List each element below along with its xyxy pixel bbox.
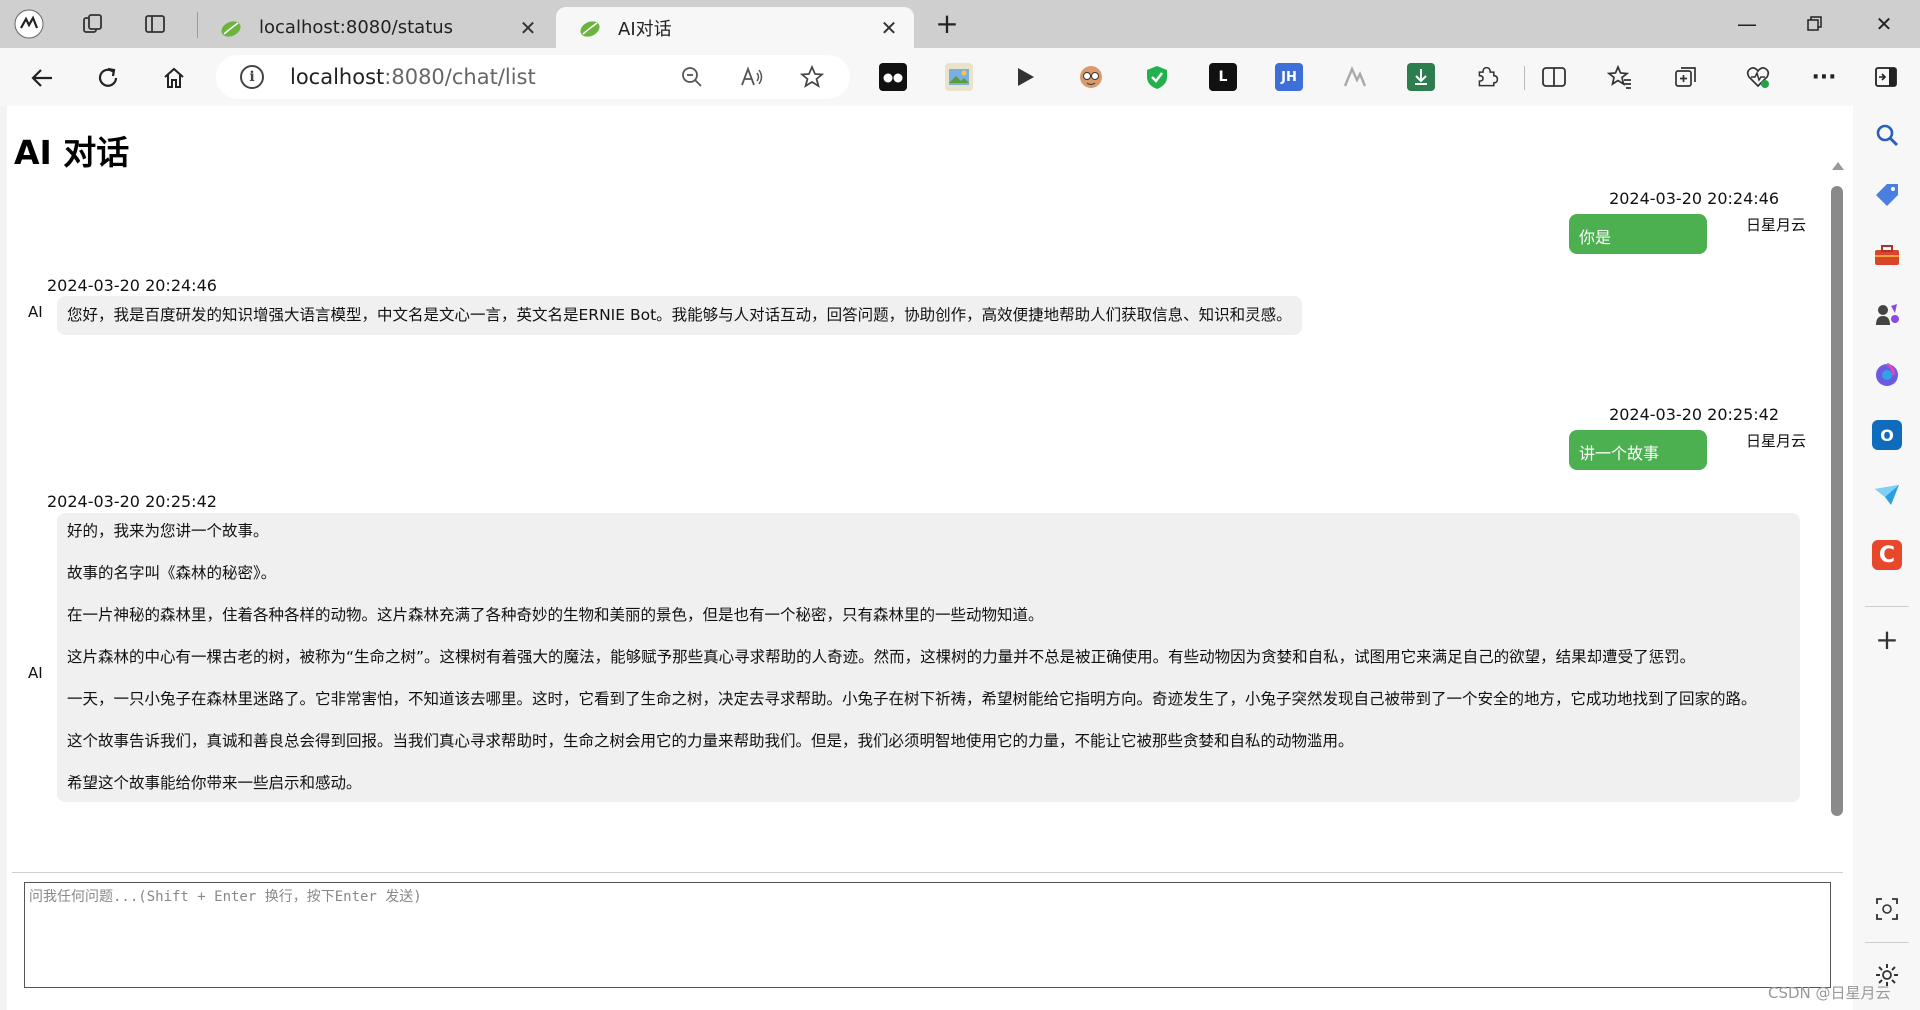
user-message-bubble: 讲一个故事 xyxy=(1569,430,1707,470)
site-info-icon[interactable]: i xyxy=(240,65,264,89)
ai-paragraph: 您好，我是百度研发的知识增强大语言模型，中文名是文心一言，英文名是ERNIE B… xyxy=(67,306,1292,324)
message-timestamp: 2024-03-20 20:25:42 xyxy=(47,492,217,511)
tab-title: localhost:8080/status xyxy=(259,17,454,38)
message-timestamp: 2024-03-20 20:24:46 xyxy=(47,276,217,295)
ai-paragraph: 一天，一只小兔子在森林里迷路了。它非常害怕，不知道该去哪里。这时，它看到了生命之… xyxy=(67,690,1757,708)
sidebar-shopping-icon[interactable] xyxy=(1872,180,1902,210)
sidebar-games-icon[interactable] xyxy=(1872,300,1902,330)
address-bar[interactable]: i localhost:8080/chat/list xyxy=(216,55,850,99)
ai-paragraph: 这片森林的中心有一棵古老的树，被称为“生命之树”。这棵树有着强大的魔法，能够赋予… xyxy=(67,648,1696,666)
message-timestamp: 2024-03-20 20:25:42 xyxy=(1609,405,1779,424)
new-tab-icon[interactable]: + xyxy=(932,9,962,39)
close-tab-icon[interactable]: ✕ xyxy=(878,16,900,40)
tab-ai-chat[interactable]: AI对话 ✕ xyxy=(556,7,914,48)
sidebar-send-icon[interactable] xyxy=(1872,480,1902,510)
user-name: 日星月云 xyxy=(1746,432,1807,450)
extension-shield-icon[interactable] xyxy=(1143,63,1171,91)
ai-message-bubble: 好的，我来为您讲一个故事。 故事的名字叫《森林的秘密》。 在一片神秘的森林里，住… xyxy=(57,513,1800,802)
close-tab-icon[interactable]: ✕ xyxy=(517,16,539,40)
sidebar-toggle-icon[interactable] xyxy=(1872,63,1900,91)
message-timestamp: 2024-03-20 20:24:46 xyxy=(1609,189,1779,208)
user-name: 日星月云 xyxy=(1746,216,1807,234)
sidebar-search-icon[interactable] xyxy=(1872,120,1902,150)
split-screen-icon[interactable] xyxy=(1540,63,1568,91)
ai-paragraph: 故事的名字叫《森林的秘密》。 xyxy=(67,564,277,582)
ai-name: AI xyxy=(28,303,43,321)
ai-paragraph: 这个故事告诉我们，真诚和善良总会得到回报。当我们真心寻求帮助时，生命之树会用它的… xyxy=(67,732,1354,750)
sidebar-csdn-icon[interactable]: C xyxy=(1872,540,1902,570)
restore-icon[interactable] xyxy=(1795,9,1835,39)
scrollbar-thumb[interactable] xyxy=(1831,186,1843,816)
back-icon[interactable] xyxy=(26,62,58,94)
refresh-icon[interactable] xyxy=(92,62,124,94)
ai-paragraph: 在一片神秘的森林里，住着各种各样的动物。这片森林充满了各种奇妙的生物和美丽的景色… xyxy=(67,606,1044,624)
browser-toolbar: i localhost:8080/chat/list L JH ··· xyxy=(0,48,1920,106)
more-options-icon[interactable]: ··· xyxy=(1810,63,1838,91)
web-page: AI 对话 2024-03-20 20:24:46 日星月云 你是 2024-0… xyxy=(7,106,1853,1010)
ai-paragraph: 希望这个故事能给你带来一些启示和感动。 xyxy=(67,774,362,792)
toolbar-divider xyxy=(1524,66,1525,90)
user-message-bubble: 你是 xyxy=(1569,214,1707,254)
workspaces-icon[interactable] xyxy=(78,9,108,39)
tab-title: AI对话 xyxy=(618,18,672,40)
ai-name: AI xyxy=(28,664,43,682)
sidebar-copilot-icon[interactable] xyxy=(1872,360,1902,390)
zoom-icon[interactable] xyxy=(678,63,706,91)
watermark: CSDN @日星月云 xyxy=(1768,984,1891,1002)
sidebar-separator xyxy=(1865,606,1909,607)
collections-icon[interactable] xyxy=(1672,63,1700,91)
chat-scrollbar[interactable] xyxy=(1830,162,1844,816)
sidebar-separator xyxy=(1865,942,1909,943)
extension-image-icon[interactable] xyxy=(945,63,973,91)
favorites-icon[interactable] xyxy=(1606,63,1634,91)
extension-eyes-icon[interactable] xyxy=(879,63,907,91)
minimize-icon[interactable]: — xyxy=(1727,9,1767,39)
url-host: localhost xyxy=(290,65,385,89)
close-window-icon[interactable]: ✕ xyxy=(1864,9,1904,39)
browser-essentials-icon[interactable] xyxy=(1744,63,1772,91)
extension-jh-icon[interactable]: JH xyxy=(1275,63,1303,91)
extension-download-icon[interactable] xyxy=(1407,63,1435,91)
extension-play-icon[interactable] xyxy=(1011,63,1039,91)
tab-strip: localhost:8080/status ✕ AI对话 ✕ + — ✕ xyxy=(0,0,1920,48)
ai-paragraph: 好的，我来为您讲一个故事。 xyxy=(67,522,269,540)
read-aloud-icon[interactable] xyxy=(738,63,766,91)
extensions-puzzle-icon[interactable] xyxy=(1473,63,1501,91)
tab-actions-icon[interactable] xyxy=(140,9,170,39)
extension-mascot-icon[interactable] xyxy=(1077,63,1105,91)
profile-avatar-icon[interactable] xyxy=(14,9,44,39)
spring-leaf-icon xyxy=(580,20,600,37)
favorite-star-icon[interactable] xyxy=(798,63,826,91)
sidebar-screenshot-icon[interactable] xyxy=(1872,894,1902,924)
sidebar-tools-icon[interactable] xyxy=(1872,240,1902,270)
scroll-up-arrow-icon[interactable] xyxy=(1832,162,1844,170)
extension-l-icon[interactable]: L xyxy=(1209,63,1237,91)
url-text[interactable]: localhost:8080/chat/list xyxy=(290,65,536,89)
sidebar-outlook-icon[interactable]: O xyxy=(1872,420,1902,450)
edge-sidebar: O C + xyxy=(1853,106,1920,1010)
input-divider xyxy=(12,872,1843,873)
ai-message-bubble: 您好，我是百度研发的知识增强大语言模型，中文名是文心一言，英文名是ERNIE B… xyxy=(57,296,1302,335)
spring-leaf-icon xyxy=(221,20,241,37)
page-title: AI 对话 xyxy=(14,133,130,172)
sidebar-add-icon[interactable]: + xyxy=(1872,623,1902,656)
chat-input[interactable] xyxy=(24,882,1831,988)
chat-history[interactable]: 2024-03-20 20:24:46 日星月云 你是 2024-03-20 2… xyxy=(7,184,1827,874)
url-path: :8080/chat/list xyxy=(384,65,536,89)
tab-status[interactable]: localhost:8080/status ✕ xyxy=(197,7,553,48)
extension-a-icon[interactable] xyxy=(1341,63,1369,91)
home-icon[interactable] xyxy=(158,62,190,94)
